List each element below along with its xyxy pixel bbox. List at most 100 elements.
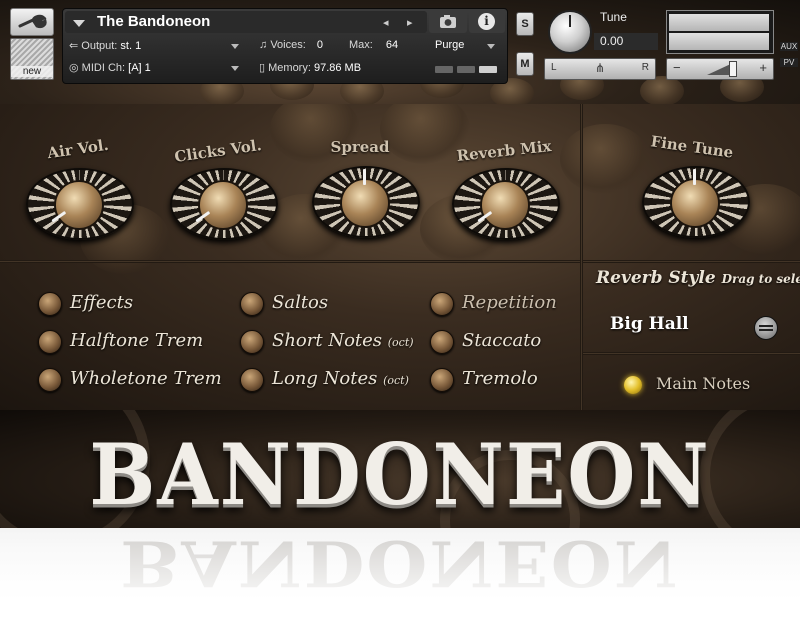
midi-label: MIDI Ch: bbox=[81, 62, 126, 74]
midi-icon: ◎ bbox=[69, 62, 79, 74]
spread-label: Spread bbox=[330, 138, 390, 156]
reverb-mix-knob[interactable] bbox=[452, 160, 560, 244]
snapshot-button[interactable] bbox=[429, 11, 467, 33]
option-button[interactable] bbox=[240, 330, 264, 354]
memory-value: 97.86 MB bbox=[313, 62, 362, 74]
memory-display: ▯ Memory: 97.86 MB bbox=[259, 61, 361, 74]
voices-display: ♫ Voices: 0 bbox=[259, 39, 323, 51]
fine-tune-knob[interactable] bbox=[642, 158, 750, 242]
option-button[interactable] bbox=[430, 292, 454, 316]
output-selector[interactable]: ⇐ Output: st. 1 bbox=[69, 39, 141, 52]
prev-instrument-button[interactable]: ◂ bbox=[383, 16, 389, 29]
option-button[interactable] bbox=[38, 330, 62, 354]
option-effects[interactable]: Effects bbox=[38, 290, 238, 318]
logo-strip: BANDONEON bbox=[0, 410, 800, 528]
voices-label: Voices: bbox=[270, 39, 306, 51]
option-label: Wholetone Trem bbox=[70, 368, 222, 389]
pv-button[interactable]: PV bbox=[780, 58, 798, 67]
pan-right-label: R bbox=[641, 62, 649, 73]
memory-icon: ▯ bbox=[259, 62, 266, 74]
option-tremolo[interactable]: Tremolo bbox=[430, 366, 570, 394]
option-button[interactable] bbox=[430, 368, 454, 392]
bandoneon-logo: BANDONEON bbox=[89, 426, 711, 525]
solo-button[interactable]: S bbox=[516, 12, 534, 36]
option-label: Tremolo bbox=[462, 368, 538, 389]
air-vol-knob[interactable] bbox=[26, 160, 134, 244]
tune-label: Tune bbox=[600, 10, 627, 24]
purge-label: Purge bbox=[435, 39, 465, 51]
level-meter bbox=[666, 10, 774, 54]
option-label: Saltos bbox=[272, 292, 329, 313]
option-button[interactable] bbox=[240, 368, 264, 392]
next-instrument-button[interactable]: ▸ bbox=[407, 16, 413, 29]
option-button[interactable] bbox=[430, 330, 454, 354]
mute-button[interactable]: M bbox=[516, 52, 534, 76]
volume-plus-label: + bbox=[759, 60, 767, 75]
collapse-triangle-icon[interactable] bbox=[73, 20, 85, 27]
option-short-notes[interactable]: Short Notes (oct) bbox=[240, 328, 420, 356]
camera-icon bbox=[440, 15, 456, 28]
spread-knob[interactable] bbox=[312, 158, 420, 242]
option-label: Short Notes (oct) bbox=[272, 330, 414, 351]
clicks-vol-knob[interactable] bbox=[170, 160, 278, 244]
memory-label: Memory: bbox=[268, 62, 311, 74]
midi-dropdown-icon[interactable] bbox=[231, 66, 239, 71]
panel-divider bbox=[0, 260, 580, 263]
option-button[interactable] bbox=[38, 292, 62, 316]
reverb-style-title: Reverb Style Drag to select bbox=[596, 268, 800, 288]
main-notes-led[interactable] bbox=[624, 376, 642, 394]
reverb-style-hint: Drag to select bbox=[721, 272, 800, 286]
logo-reflection: BANDONEON bbox=[0, 528, 800, 626]
option-long-notes[interactable]: Long Notes (oct) bbox=[240, 366, 420, 394]
option-label: Halftone Trem bbox=[70, 330, 204, 351]
reverb-style-value[interactable]: Big Hall bbox=[610, 314, 689, 334]
option-button[interactable] bbox=[38, 368, 62, 392]
volume-thumb[interactable] bbox=[729, 61, 737, 77]
instrument-title-row: The Bandoneon ◂ ▸ bbox=[65, 11, 427, 33]
instrument-main-panel: Air Vol. Clicks Vol. Spread Reverb Mix F… bbox=[0, 104, 800, 410]
tune-knob[interactable] bbox=[548, 10, 592, 54]
pan-slider[interactable]: L ⋔ R bbox=[544, 58, 656, 80]
reverb-drag-handle-icon[interactable] bbox=[754, 316, 778, 340]
edit-instrument-button[interactable] bbox=[10, 8, 54, 36]
purge-dropdown-icon[interactable] bbox=[487, 44, 495, 49]
voices-value: 0 bbox=[316, 39, 323, 51]
wrench-icon bbox=[18, 14, 47, 29]
pan-left-label: L bbox=[551, 62, 557, 73]
option-staccato[interactable]: Staccato bbox=[430, 328, 570, 356]
purge-menu[interactable]: Purge bbox=[435, 39, 464, 51]
option-label: Staccato bbox=[462, 330, 542, 351]
kontakt-header: new The Bandoneon ◂ ▸ i ⇐ Output: st. 1 … bbox=[0, 0, 800, 104]
option-suffix: (oct) bbox=[383, 374, 409, 387]
max-label: Max: bbox=[349, 39, 373, 51]
new-label: new bbox=[11, 66, 53, 77]
instrument-name[interactable]: The Bandoneon bbox=[97, 13, 210, 30]
option-button[interactable] bbox=[240, 292, 264, 316]
option-label: Effects bbox=[70, 292, 134, 313]
aux-button[interactable]: AUX bbox=[780, 42, 798, 51]
output-icon: ⇐ bbox=[69, 40, 79, 52]
panel-divider bbox=[583, 260, 800, 263]
max-value: 64 bbox=[385, 39, 399, 51]
info-icon: i bbox=[478, 13, 495, 30]
option-halftone-trem[interactable]: Halftone Trem bbox=[38, 328, 238, 356]
main-notes-label[interactable]: Main Notes bbox=[656, 374, 750, 393]
panel-divider bbox=[580, 104, 583, 410]
info-button[interactable]: i bbox=[469, 11, 505, 33]
midi-value: [A] 1 bbox=[128, 62, 151, 74]
option-repetition[interactable]: Repetition bbox=[430, 290, 570, 318]
panel-divider bbox=[583, 352, 800, 355]
instrument-header-panel: The Bandoneon ◂ ▸ i ⇐ Output: st. 1 ♫ Vo… bbox=[62, 8, 508, 84]
option-wholetone-trem[interactable]: Wholetone Trem bbox=[38, 366, 238, 394]
option-label: Repetition bbox=[462, 292, 557, 313]
max-voices-field[interactable]: Max: 64 bbox=[349, 39, 398, 51]
output-label: Output: bbox=[81, 40, 118, 52]
new-instrument-button[interactable]: new bbox=[10, 38, 54, 80]
midi-channel-selector[interactable]: ◎ MIDI Ch: [A] 1 bbox=[69, 61, 151, 74]
option-saltos[interactable]: Saltos bbox=[240, 290, 420, 318]
voices-icon: ♫ bbox=[259, 39, 268, 51]
output-dropdown-icon[interactable] bbox=[231, 44, 239, 49]
tune-value[interactable]: 0.00 bbox=[594, 33, 658, 50]
volume-slider[interactable]: − + bbox=[666, 58, 774, 80]
volume-minus-label: − bbox=[673, 60, 681, 75]
